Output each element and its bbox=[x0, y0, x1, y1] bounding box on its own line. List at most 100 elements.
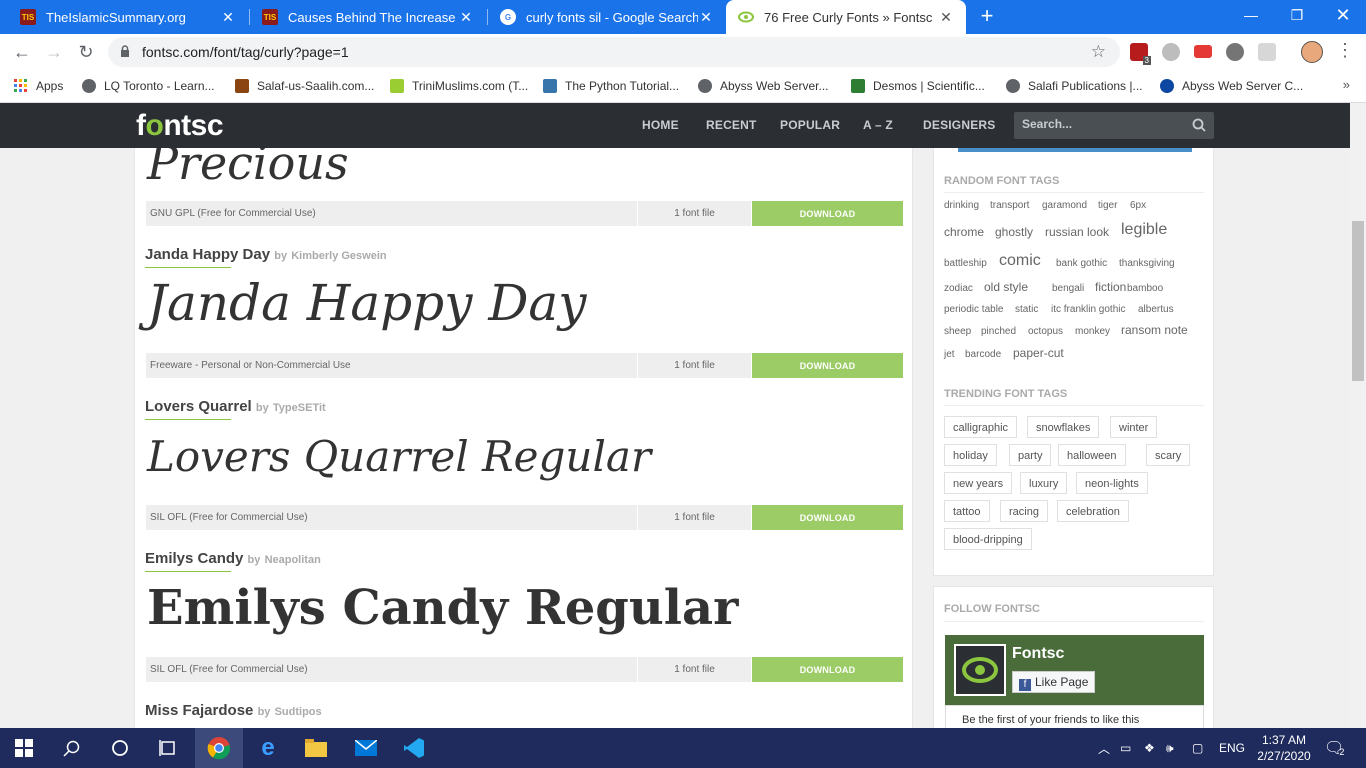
trending-tag-link[interactable]: calligraphic bbox=[944, 416, 1018, 438]
minimize-icon[interactable]: — bbox=[1228, 0, 1274, 30]
tag-link[interactable]: albertus bbox=[1138, 304, 1174, 315]
bookmarks-overflow-icon[interactable]: » bbox=[1343, 77, 1350, 92]
bookmark-item[interactable]: Salafi Publications |... bbox=[1006, 77, 1143, 95]
trending-tag-link[interactable]: holiday bbox=[944, 444, 997, 466]
forward-arrow-icon[interactable]: → bbox=[42, 40, 66, 64]
font-name-link[interactable]: Emilys Candy bbox=[145, 550, 243, 567]
close-icon[interactable]: ✕ bbox=[458, 9, 474, 26]
trending-tag-link[interactable]: blood-dripping bbox=[944, 528, 1032, 550]
kebab-menu-icon[interactable]: ⋮ bbox=[1336, 40, 1354, 61]
tag-link[interactable]: paper-cut bbox=[1013, 346, 1064, 360]
trending-tag-link[interactable]: racing bbox=[1000, 500, 1048, 522]
browser-tab[interactable]: TIS TheIslamicSummary.org ✕ bbox=[8, 0, 248, 34]
tag-link[interactable]: chrome bbox=[944, 225, 984, 239]
edge-icon[interactable]: e bbox=[244, 728, 292, 768]
trending-tag-link[interactable]: party bbox=[1009, 444, 1052, 466]
font-author-link[interactable]: Neapolitan bbox=[265, 554, 321, 566]
extension-shield-icon[interactable]: 3 bbox=[1130, 43, 1151, 65]
trending-tag-link[interactable]: snowflakes bbox=[1027, 416, 1100, 438]
download-button[interactable]: DOWNLOAD bbox=[752, 201, 903, 226]
page-scrollbar[interactable] bbox=[1350, 103, 1366, 728]
tag-link[interactable]: static bbox=[1015, 304, 1038, 315]
tag-link[interactable]: bamboo bbox=[1127, 283, 1163, 294]
youtube-extension-icon[interactable] bbox=[1194, 45, 1212, 58]
extension-k-icon[interactable] bbox=[1258, 43, 1276, 61]
facebook-page-widget[interactable]: Fontsc f Like Page bbox=[945, 635, 1204, 705]
trending-tag-link[interactable]: halloween bbox=[1058, 444, 1126, 466]
download-button[interactable]: DOWNLOAD bbox=[752, 353, 903, 378]
tag-link[interactable]: 6px bbox=[1130, 200, 1146, 211]
tag-link[interactable]: ghostly bbox=[995, 225, 1033, 239]
font-preview[interactable]: Emilys Candy Regular bbox=[147, 580, 738, 636]
facebook-like-button[interactable]: f Like Page bbox=[1012, 671, 1096, 693]
search-icon[interactable] bbox=[48, 728, 96, 768]
font-name-link[interactable]: Lovers Quarrel bbox=[145, 398, 252, 415]
tag-link[interactable]: old style bbox=[984, 280, 1028, 294]
font-name-link[interactable]: Janda Happy Day bbox=[145, 246, 270, 263]
close-icon[interactable]: ✕ bbox=[698, 9, 714, 26]
bookmark-item[interactable]: Abyss Web Server C... bbox=[1160, 77, 1303, 95]
tag-link[interactable]: thanksgiving bbox=[1119, 258, 1175, 269]
bookmark-item[interactable]: Abyss Web Server... bbox=[698, 77, 829, 95]
tag-link[interactable]: bank gothic bbox=[1056, 258, 1107, 269]
close-icon[interactable]: ✕ bbox=[938, 9, 954, 26]
tag-link[interactable]: monkey bbox=[1075, 326, 1110, 337]
browser-tab[interactable]: G curly fonts sil - Google Search ✕ bbox=[488, 0, 726, 34]
tag-link[interactable]: legible bbox=[1121, 221, 1167, 239]
profile-avatar[interactable] bbox=[1301, 41, 1323, 63]
bookmark-star-icon[interactable]: ☆ bbox=[1091, 42, 1106, 62]
file-explorer-icon[interactable] bbox=[292, 728, 340, 768]
trending-tag-link[interactable]: winter bbox=[1110, 416, 1158, 438]
tag-link[interactable]: tiger bbox=[1098, 200, 1117, 211]
address-bar[interactable]: fontsc.com/font/tag/curly?page=1 ☆ bbox=[108, 37, 1120, 67]
download-button[interactable]: DOWNLOAD bbox=[752, 505, 903, 530]
tag-link[interactable]: periodic table bbox=[944, 304, 1003, 315]
nav-recent[interactable]: RECENT bbox=[706, 118, 757, 132]
bookmark-item[interactable]: The Python Tutorial... bbox=[543, 77, 679, 95]
tag-link[interactable]: bengali bbox=[1052, 283, 1084, 294]
nav-home[interactable]: HOME bbox=[642, 118, 679, 132]
download-button[interactable]: DOWNLOAD bbox=[752, 657, 903, 682]
tag-link[interactable]: sheep bbox=[944, 326, 971, 337]
scrollbar-thumb[interactable] bbox=[1352, 221, 1364, 381]
site-logo[interactable]: fontsc bbox=[136, 109, 224, 143]
font-name-link[interactable]: Miss Fajardose bbox=[145, 702, 253, 719]
trending-tag-link[interactable]: neon-lights bbox=[1076, 472, 1148, 494]
start-windows-icon[interactable] bbox=[0, 728, 48, 768]
trending-tag-link[interactable]: luxury bbox=[1020, 472, 1068, 494]
tag-link[interactable]: barcode bbox=[965, 349, 1001, 360]
mail-icon[interactable] bbox=[342, 728, 390, 768]
new-tab-plus-icon[interactable]: + bbox=[976, 5, 998, 27]
tag-link[interactable]: battleship bbox=[944, 258, 987, 269]
notifications-icon[interactable]: 🗨 2 bbox=[1324, 728, 1344, 768]
clock[interactable]: 1:37 AM 2/27/2020 bbox=[1252, 732, 1316, 764]
network-icon[interactable]: ▢ bbox=[1192, 728, 1203, 768]
tag-link[interactable]: itc franklin gothic bbox=[1051, 304, 1125, 315]
font-preview[interactable]: Janda Happy Day bbox=[147, 274, 586, 332]
volume-icon[interactable]: 🕪 bbox=[1166, 728, 1174, 768]
battery-icon[interactable]: ▭ bbox=[1120, 728, 1131, 768]
language-indicator[interactable]: ENG bbox=[1219, 728, 1245, 768]
restore-icon[interactable]: ❐ bbox=[1274, 0, 1320, 30]
reload-icon[interactable]: ↻ bbox=[74, 40, 98, 64]
cortana-circle-icon[interactable] bbox=[96, 728, 144, 768]
nav-designers[interactable]: DESIGNERS bbox=[923, 118, 995, 132]
tag-link[interactable]: pinched bbox=[981, 326, 1016, 337]
show-hidden-icons-icon[interactable]: ︿ bbox=[1098, 728, 1110, 768]
browser-tab-active[interactable]: 76 Free Curly Fonts » Fontsc ✕ bbox=[726, 0, 966, 34]
search-input[interactable] bbox=[1022, 117, 1182, 131]
trending-tag-link[interactable]: new years bbox=[944, 472, 1013, 494]
extension-circles-icon[interactable] bbox=[1226, 43, 1244, 61]
close-icon[interactable]: ✕ bbox=[220, 9, 236, 26]
font-author-link[interactable]: TypeSETit bbox=[273, 402, 326, 414]
bookmark-item[interactable]: TriniMuslims.com (T... bbox=[390, 77, 528, 95]
dropbox-icon[interactable]: ❖ bbox=[1144, 728, 1155, 768]
facebook-page-name[interactable]: Fontsc bbox=[1012, 645, 1064, 663]
vscode-icon[interactable] bbox=[390, 728, 438, 768]
tag-link[interactable]: ransom note bbox=[1121, 323, 1188, 337]
font-author-link[interactable]: Sudtipos bbox=[275, 706, 322, 718]
tag-link[interactable]: garamond bbox=[1042, 200, 1087, 211]
search-icon[interactable] bbox=[1192, 118, 1206, 132]
tag-link[interactable]: transport bbox=[990, 200, 1029, 211]
window-close-icon[interactable]: ✕ bbox=[1320, 0, 1366, 30]
